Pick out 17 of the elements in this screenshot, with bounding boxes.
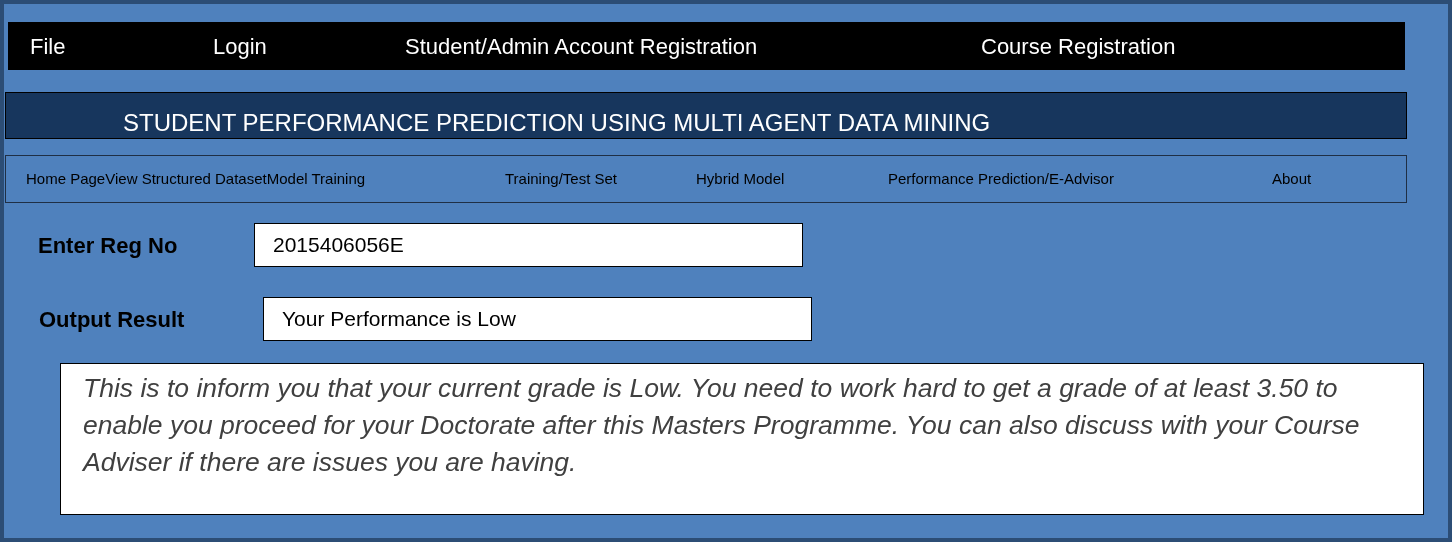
field-label: Enter Reg No bbox=[38, 231, 179, 260]
nav-link[interactable]: View Structured Dataset bbox=[105, 167, 267, 191]
nav-link[interactable]: Hybrid Model bbox=[696, 167, 888, 191]
menu-item[interactable]: Student/Admin Account Registration bbox=[405, 29, 981, 63]
field-label: Output Result bbox=[39, 305, 186, 334]
nav-link[interactable]: Model Training bbox=[266, 167, 366, 191]
text-field[interactable]: 2015406056E bbox=[254, 223, 803, 267]
nav-link[interactable]: About bbox=[1272, 167, 1372, 191]
nav-link[interactable]: Home Page bbox=[26, 167, 106, 191]
nav-link[interactable]: Performance Prediction/E-Advisor bbox=[888, 167, 1272, 191]
menu-item[interactable]: Login bbox=[213, 29, 405, 63]
advice-message: This is to inform you that your current grade is Low. You need to work hard to get a grade of at least 3.50 to enable you proceed for your Doctorate after this Masters Programme. You can also discuss with your Course Adviser if there are issues you are having. bbox=[83, 372, 1361, 479]
menu-item[interactable]: File bbox=[30, 29, 213, 63]
app-title: STUDENT PERFORMANCE PREDICTION USING MULTI AGENT DATA MINING bbox=[123, 108, 991, 138]
text-field[interactable]: Your Performance is Low bbox=[263, 297, 812, 341]
menu-item[interactable]: Course Registration bbox=[981, 29, 1281, 63]
nav-link[interactable]: Training/Test Set bbox=[505, 167, 696, 191]
